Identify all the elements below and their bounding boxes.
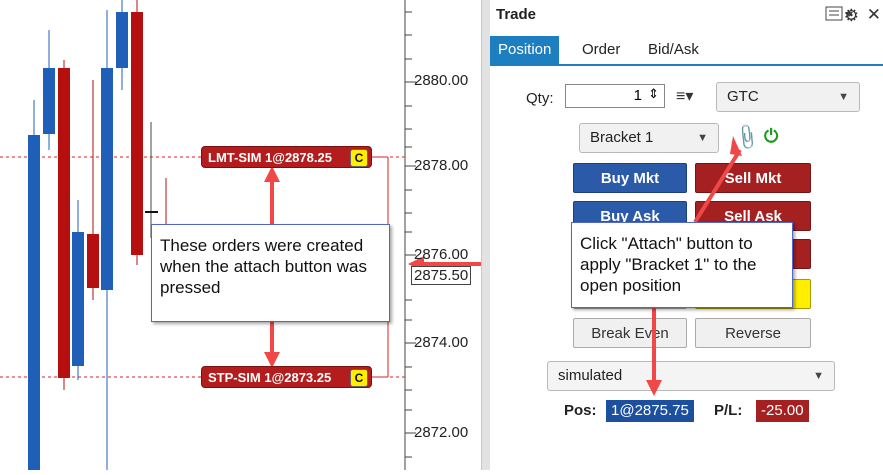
candle [101, 68, 113, 290]
price-chart[interactable]: 2880.00 2878.00 2876.00 2875.50 2874.00 … [0, 0, 572, 470]
price-label: 2878.00 [414, 157, 469, 174]
candle [116, 12, 128, 68]
current-price-label: 2875.50 [411, 266, 472, 285]
candle [28, 135, 40, 470]
attach-callout: Click "Attach" button to apply "Bracket … [571, 222, 793, 308]
limit-order-text: LMT-SIM 1@2878.25 [208, 150, 332, 165]
candle [131, 12, 143, 255]
price-label: 2876.00 [414, 246, 469, 263]
price-label: 2874.00 [414, 334, 469, 351]
price-label: 2872.00 [414, 424, 469, 441]
stop-order-text: STP-SIM 1@2873.25 [208, 370, 332, 385]
candle [43, 68, 55, 134]
stop-order-label[interactable]: STP-SIM 1@2873.25 C [201, 366, 372, 388]
candle [87, 234, 99, 288]
cancel-order-button[interactable]: C [350, 369, 368, 387]
orders-callout: These orders were created when the attac… [151, 224, 390, 322]
candles [28, 0, 167, 470]
cancel-order-button[interactable]: C [350, 149, 368, 167]
trade-panel: Trade ⚙ ✕ Position Order Bid/Ask Qty: 1 … [490, 0, 883, 470]
limit-order-label[interactable]: LMT-SIM 1@2878.25 C [201, 146, 372, 168]
price-label: 2880.00 [414, 72, 469, 89]
candle [58, 68, 70, 378]
candle [72, 232, 84, 366]
